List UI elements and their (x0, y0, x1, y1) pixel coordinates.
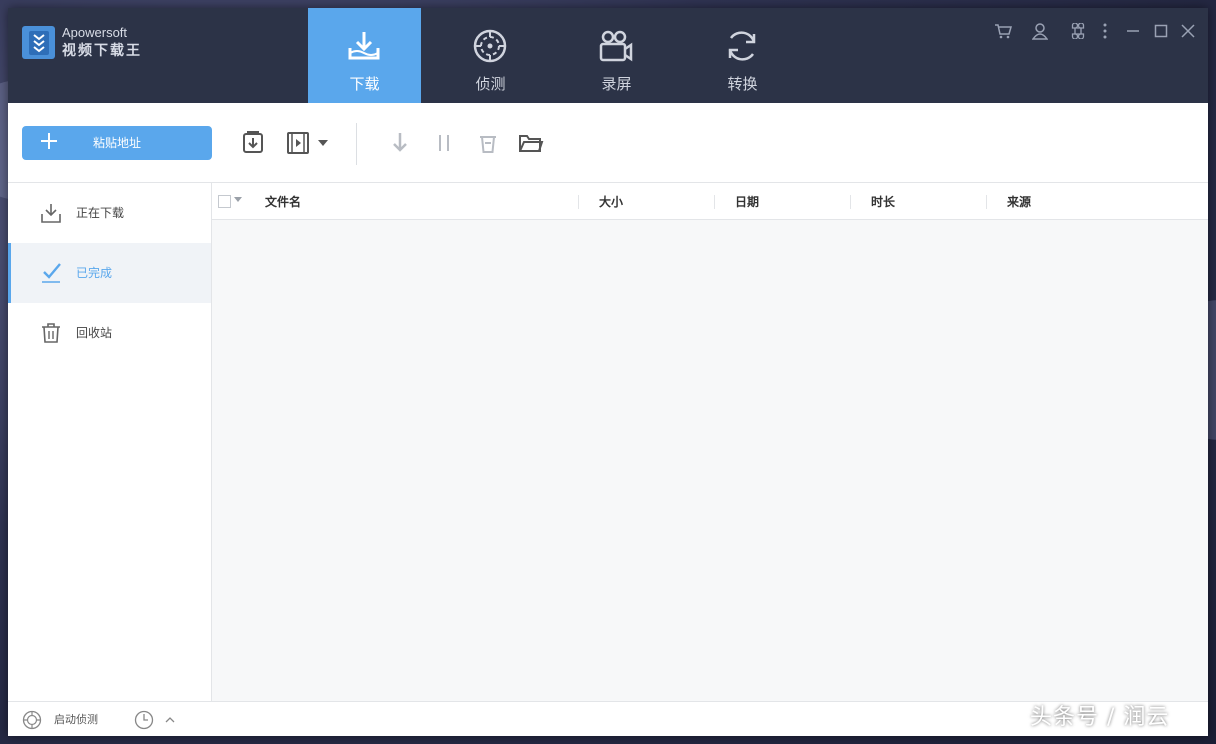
convert-icon (728, 31, 756, 61)
watermark: 头条号 / 润云 (1030, 705, 1170, 730)
download-box-icon[interactable] (238, 128, 268, 158)
table-header: 文件名 大小 日期 时长 来源 (212, 183, 1208, 220)
paste-url-label: 粘贴地址 (92, 136, 141, 150)
close-icon[interactable] (1177, 20, 1199, 42)
start-download-icon[interactable] (385, 128, 415, 158)
sidebar-item-recycle-bin[interactable]: 回收站 (8, 303, 211, 363)
dropdown-arrow-icon[interactable] (310, 128, 336, 158)
paste-url-button[interactable]: 粘贴地址 (22, 126, 212, 160)
column-header-date[interactable]: 日期 (735, 194, 759, 210)
column-divider (850, 195, 851, 209)
detect-icon[interactable] (22, 710, 42, 730)
open-folder-icon[interactable] (516, 128, 546, 158)
user-icon[interactable] (1029, 20, 1051, 42)
select-all-checkbox[interactable] (218, 195, 231, 208)
start-detect-label[interactable]: 启动侦测 (54, 713, 98, 727)
command-icon[interactable] (1067, 20, 1089, 42)
tab-label: 转换 (727, 75, 758, 93)
column-header-duration[interactable]: 时长 (871, 194, 895, 210)
column-divider (714, 195, 715, 209)
tab-download[interactable]: 下载 (308, 8, 421, 103)
column-header-filename[interactable]: 文件名 (265, 194, 301, 210)
trash-icon (42, 323, 60, 343)
toolbar: 粘贴地址 (8, 103, 1208, 183)
radar-icon (473, 29, 507, 63)
tab-label: 下载 (349, 75, 380, 93)
check-icon (42, 263, 61, 283)
download-tray-icon (348, 32, 380, 60)
sidebar-item-completed[interactable]: 已完成 (8, 243, 211, 303)
status-bar: 启动侦测 (8, 701, 1208, 736)
sidebar: 正在下载 已完成 回收站 (8, 183, 212, 701)
chevron-up-icon[interactable] (164, 710, 176, 730)
delete-icon[interactable] (473, 128, 503, 158)
tab-record[interactable]: 录屏 (560, 8, 673, 103)
sidebar-item-label: 正在下载 (76, 206, 125, 220)
minimize-icon[interactable] (1122, 20, 1144, 42)
download-icon (41, 204, 61, 223)
select-menu-arrow-icon[interactable] (234, 197, 242, 202)
video-file-icon[interactable] (283, 128, 313, 158)
video-camera-icon (599, 30, 633, 62)
column-divider (986, 195, 987, 209)
tab-detect[interactable]: 侦测 (434, 8, 547, 103)
clock-icon[interactable] (134, 710, 154, 730)
sidebar-item-label: 已完成 (76, 266, 113, 280)
more-icon[interactable] (1094, 20, 1116, 42)
app-window: Apowersoft 视频下载王 下载 侦测 录屏 转换 粘贴地址 正在下载 已… (8, 8, 1208, 736)
pause-icon[interactable] (429, 128, 459, 158)
column-header-source[interactable]: 来源 (1007, 194, 1031, 210)
column-header-size[interactable]: 大小 (599, 194, 623, 210)
tab-label: 侦测 (475, 75, 506, 93)
app-logo-icon (22, 26, 55, 59)
app-title: 视频下载王 (62, 43, 142, 59)
download-list: 文件名 大小 日期 时长 来源 (212, 183, 1208, 701)
maximize-icon[interactable] (1150, 20, 1172, 42)
cart-icon[interactable] (992, 20, 1014, 42)
column-divider (578, 195, 579, 209)
tab-label: 录屏 (601, 75, 632, 93)
tab-convert[interactable]: 转换 (686, 8, 799, 103)
sidebar-item-downloading[interactable]: 正在下载 (8, 183, 211, 243)
app-brand: Apowersoft (62, 25, 128, 40)
toolbar-divider (356, 123, 357, 165)
title-bar: Apowersoft 视频下载王 下载 侦测 录屏 转换 (8, 8, 1208, 103)
sidebar-item-label: 回收站 (76, 326, 113, 340)
